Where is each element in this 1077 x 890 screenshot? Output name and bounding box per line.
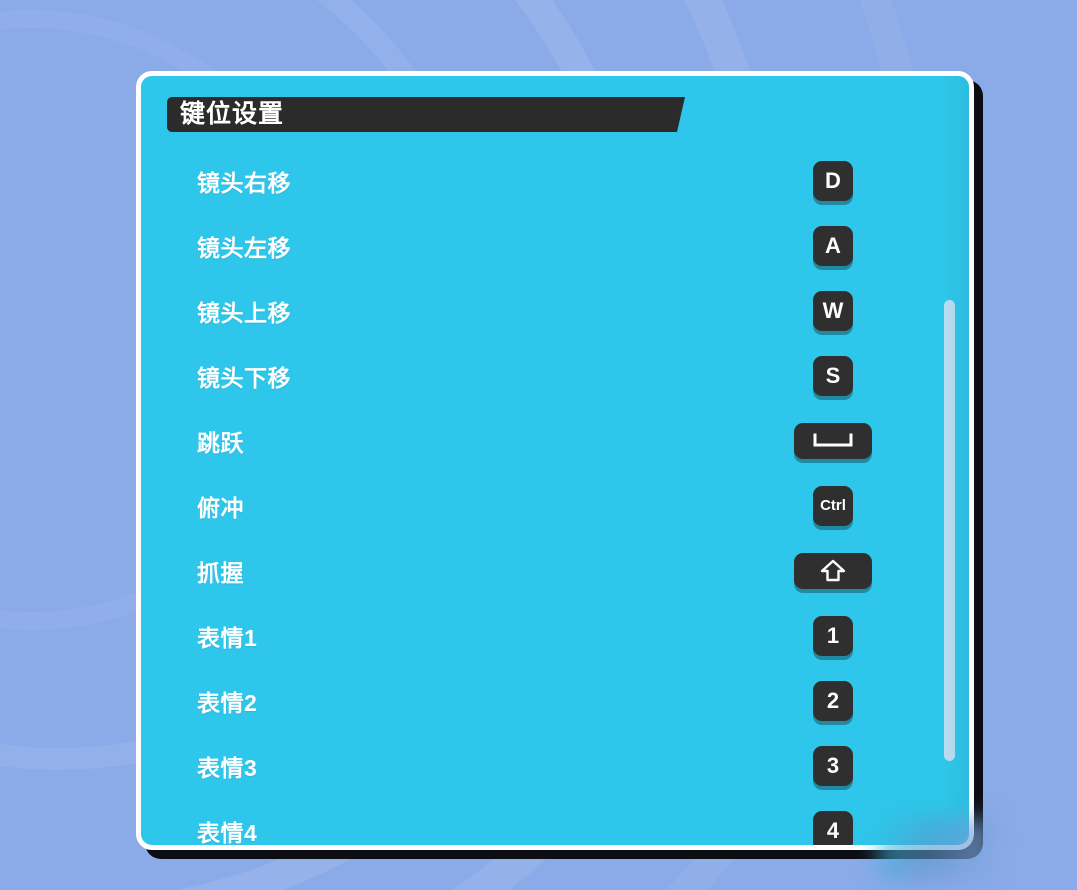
- keybinding-key-slot[interactable]: Ctrl: [793, 485, 873, 526]
- keybinding-key-slot[interactable]: 1: [793, 615, 873, 656]
- blurred-watermark-overlay: [878, 818, 994, 880]
- keybinding-key-slot[interactable]: A: [793, 225, 873, 266]
- keybinding-row[interactable]: 镜头左移 A: [141, 213, 969, 278]
- keybinding-list-scrollbar-thumb[interactable]: [944, 300, 955, 761]
- keycap-button[interactable]: W: [813, 290, 853, 331]
- keycap-button[interactable]: 1: [813, 615, 853, 656]
- keycap-button[interactable]: [794, 552, 872, 589]
- keybinding-key-slot[interactable]: 3: [793, 745, 873, 786]
- shift-arrow-icon: [820, 559, 846, 581]
- keybinding-action-label: 表情4: [197, 819, 258, 846]
- keybinding-row[interactable]: 表情4 4: [141, 798, 969, 846]
- page-title: 键位设置: [180, 100, 285, 128]
- keycap-button[interactable]: D: [813, 160, 853, 201]
- keybinding-action-label: 表情1: [197, 624, 258, 651]
- keybinding-action-label: 镜头下移: [197, 364, 291, 391]
- keybinding-key-slot[interactable]: [793, 552, 873, 589]
- keybinding-row[interactable]: 镜头上移 W: [141, 278, 969, 343]
- keybinding-row[interactable]: 俯冲 Ctrl: [141, 473, 969, 538]
- keycap-button[interactable]: A: [813, 225, 853, 266]
- keybinding-row[interactable]: 镜头右移 D: [141, 148, 969, 213]
- keybinding-action-label: 镜头右移: [197, 169, 291, 196]
- keybinding-action-label: 表情2: [197, 689, 258, 716]
- keycap-button[interactable]: 4: [813, 810, 853, 845]
- space-bar-icon: [813, 433, 853, 446]
- keycap-button[interactable]: [794, 422, 872, 459]
- keybinding-action-label: 俯冲: [197, 494, 244, 521]
- keybinding-key-slot[interactable]: 4: [793, 810, 873, 845]
- keybinding-row[interactable]: 镜头下移 S: [141, 343, 969, 408]
- keybinding-key-slot[interactable]: W: [793, 290, 873, 331]
- keybinding-list[interactable]: 镜头右移 D 镜头左移 A 镜头上移 W 镜头下移 S 跳跃 俯冲 Ctrl 抓握 表情1 1 表情2 2 表情…: [141, 148, 969, 845]
- keybinding-row[interactable]: 表情1 1: [141, 603, 969, 668]
- panel-title-bar: 键位设置: [167, 97, 685, 132]
- keybinding-row[interactable]: 表情3 3: [141, 733, 969, 798]
- keycap-button[interactable]: 2: [813, 680, 853, 721]
- keybinding-key-slot[interactable]: S: [793, 355, 873, 396]
- keycap-button[interactable]: 3: [813, 745, 853, 786]
- keybinding-action-label: 镜头左移: [197, 234, 291, 261]
- keybinding-row[interactable]: 跳跃: [141, 408, 969, 473]
- keybinding-key-slot[interactable]: D: [793, 160, 873, 201]
- keycap-button[interactable]: S: [813, 355, 853, 396]
- keybinding-list-scrollbar-track[interactable]: [944, 76, 955, 845]
- keycap-button[interactable]: Ctrl: [813, 485, 853, 526]
- keybinding-action-label: 表情3: [197, 754, 258, 781]
- keybinding-action-label: 镜头上移: [197, 299, 291, 326]
- keybinding-action-label: 抓握: [197, 559, 244, 586]
- keybinding-settings-panel: 键位设置 镜头右移 D 镜头左移 A 镜头上移 W 镜头下移 S 跳跃 俯冲 Ctrl 抓握 表情1 1 表…: [136, 71, 974, 850]
- keybinding-row[interactable]: 表情2 2: [141, 668, 969, 733]
- keybinding-key-slot[interactable]: 2: [793, 680, 873, 721]
- keybinding-row[interactable]: 抓握: [141, 538, 969, 603]
- keybinding-key-slot[interactable]: [793, 422, 873, 459]
- keybinding-action-label: 跳跃: [197, 429, 244, 456]
